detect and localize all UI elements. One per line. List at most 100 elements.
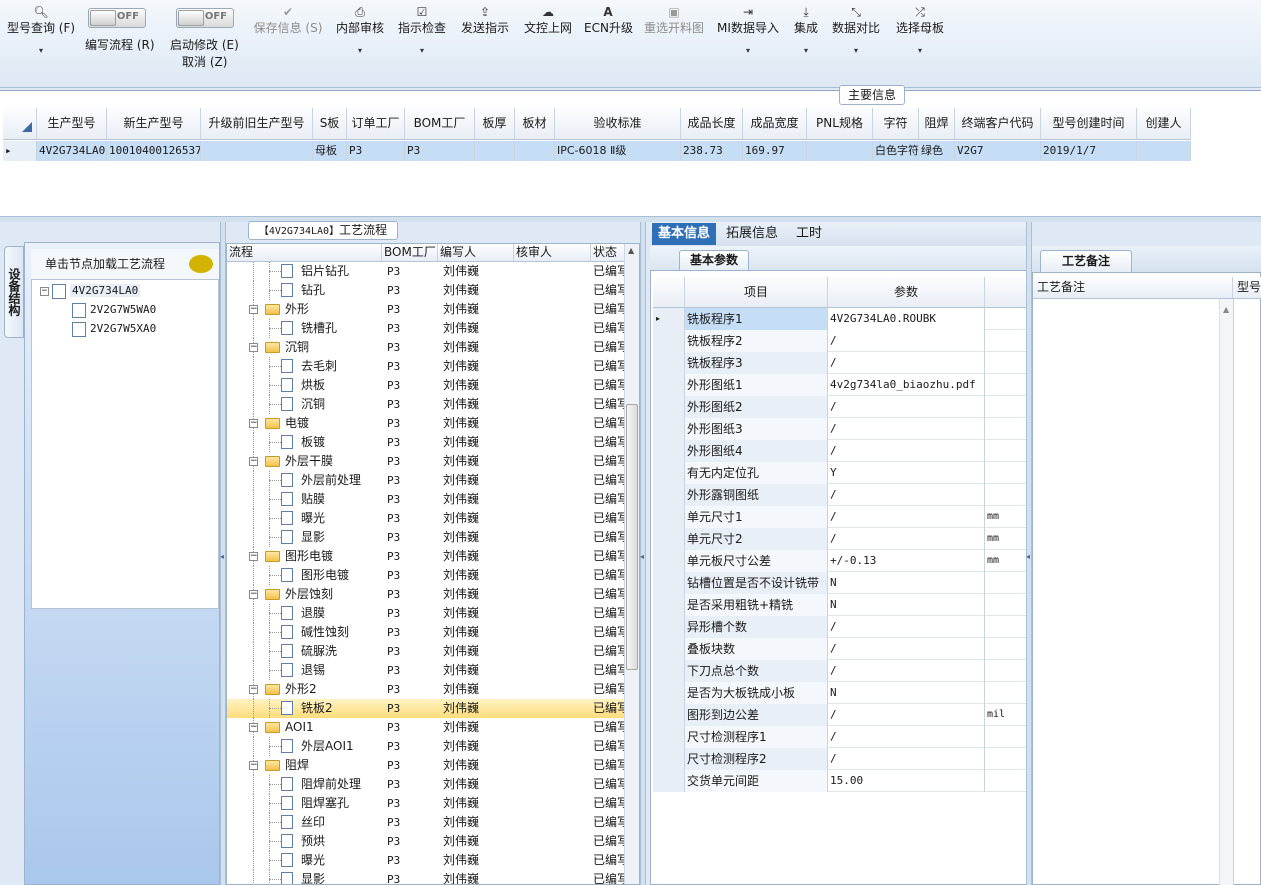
tab-basic-params[interactable]: 基本参数 [679, 250, 749, 270]
process-row[interactable]: −AOI1P3刘伟巍已编写 [227, 718, 625, 737]
reselect-drawing-button[interactable]: ▣ 重选开料图 [642, 4, 706, 74]
process-row[interactable]: 去毛刺P3刘伟巍已编写 [227, 357, 625, 376]
scroll-up-icon[interactable]: ▲ [628, 246, 634, 255]
param-value[interactable]: N [828, 572, 985, 594]
param-row[interactable]: 铣板程序3/ [653, 352, 1027, 374]
param-row[interactable]: 异形槽个数 / [653, 616, 1027, 638]
param-row[interactable]: 外形图纸2/ [653, 396, 1027, 418]
collapse-icon[interactable]: − [249, 457, 258, 466]
grid-cell[interactable] [201, 141, 313, 161]
process-row[interactable]: 钻孔P3刘伟巍已编写 [227, 281, 625, 300]
param-value[interactable]: 15.00 [828, 770, 985, 792]
scroll-up-icon[interactable]: ▲ [1223, 305, 1229, 314]
param-row[interactable]: 图形到边公差 / mil [653, 704, 1027, 726]
column-header[interactable]: 成品长度 [681, 108, 743, 140]
process-row[interactable]: 退膜P3刘伟巍已编写 [227, 604, 625, 623]
process-row[interactable]: −外层干膜P3刘伟巍已编写 [227, 452, 625, 471]
process-row[interactable]: 外层AOI1P3刘伟巍已编写 [227, 737, 625, 756]
process-row[interactable]: −外形P3刘伟巍已编写 [227, 300, 625, 319]
param-row[interactable]: 外形图纸1 4v2g734la0_biaozhu.pdf [653, 374, 1027, 396]
data-compare-button[interactable]: ⤡ 数据对比 ▾ [830, 4, 882, 74]
column-header[interactable]: 新生产型号 [107, 108, 201, 140]
cancel-label[interactable]: 取消 (Z) [182, 53, 227, 70]
param-row[interactable]: 下刀点总个数 / [653, 660, 1027, 682]
param-value[interactable]: / [828, 330, 985, 352]
grid-cell[interactable] [1137, 141, 1191, 161]
column-header[interactable]: 升级前旧生产型号 [201, 108, 313, 140]
grid-cell[interactable]: 10010400126537 [107, 141, 201, 161]
param-value[interactable]: / [828, 748, 985, 770]
tab-process-remarks[interactable]: 工艺备注 [1040, 250, 1132, 272]
process-row[interactable]: −电镀P3刘伟巍已编写 [227, 414, 625, 433]
param-value[interactable]: / [828, 352, 985, 374]
param-row[interactable]: 单元尺寸1/mm [653, 506, 1027, 528]
process-row[interactable]: 硫脲洗P3刘伟巍已编写 [227, 642, 625, 661]
process-row[interactable]: −图形电镀P3刘伟巍已编写 [227, 547, 625, 566]
grid-cell[interactable]: V2G7 [955, 141, 1041, 161]
tab-basic-info[interactable]: 基本信息 [652, 223, 717, 245]
process-row[interactable]: 铣槽孔P3刘伟巍已编写 [227, 319, 625, 338]
param-row[interactable]: 交货单元间距 15.00 [653, 770, 1027, 792]
column-header[interactable]: PNL规格 [807, 108, 873, 140]
process-row[interactable]: 显影P3刘伟巍已编写 [227, 528, 625, 547]
process-row[interactable]: 阻焊塞孔P3刘伟巍已编写 [227, 794, 625, 813]
grid-cell[interactable] [807, 141, 873, 161]
param-value[interactable]: / [828, 396, 985, 418]
grid-cell[interactable] [515, 141, 555, 161]
tab-extended-info[interactable]: 拓展信息 [720, 223, 784, 245]
param-value[interactable]: 4v2g734la0_biaozhu.pdf [828, 374, 985, 396]
vertical-splitter[interactable] [640, 222, 646, 885]
process-row[interactable]: 曝光P3刘伟巍已编写 [227, 851, 625, 870]
grid-cell[interactable]: 4V2G734LA0 [37, 141, 107, 161]
process-row[interactable]: 退锡P3刘伟巍已编写 [227, 661, 625, 680]
tree-child[interactable]: 2V2G7W5WA0 [72, 301, 156, 319]
param-row[interactable]: 有无内定位孔 Y [653, 462, 1027, 484]
param-row[interactable]: 外形图纸3/ [653, 418, 1027, 440]
grid-cell[interactable]: 白色字符 [873, 141, 919, 161]
grid-cell[interactable]: 169.97 [743, 141, 807, 161]
grid-cell[interactable]: IPC-6018 Ⅱ级 [555, 141, 681, 161]
select-master-button[interactable]: ⤮ 选择母板 ▾ [894, 4, 946, 74]
param-row[interactable]: ▸ 铣板程序1 4V2G734LA0.ROUBK [653, 308, 1027, 330]
send-instruction-button[interactable]: ⇪ 发送指示 [459, 4, 511, 74]
process-row[interactable]: 预烘P3刘伟巍已编写 [227, 832, 625, 851]
ecn-upgrade-button[interactable]: A ECN升级 [584, 4, 633, 74]
grid-cell[interactable]: 2019/1/7 [1041, 141, 1137, 161]
column-header[interactable]: 创建人 [1137, 108, 1191, 140]
param-row[interactable]: 尺寸检测程序1/ [653, 726, 1027, 748]
grid-cell[interactable]: P3 [405, 141, 475, 161]
collapse-icon[interactable]: − [249, 761, 258, 770]
remarks-scrollbar[interactable]: ▲ [1219, 299, 1233, 885]
param-row[interactable]: 钻槽位置是否不设计铣带 N [653, 572, 1027, 594]
param-row[interactable]: 单元尺寸2/mm [653, 528, 1027, 550]
save-info-button[interactable]: ✔ 保存信息 (S) [252, 4, 324, 74]
param-value[interactable]: Y [828, 462, 985, 484]
process-flow-tab[interactable]: 【4V2G734LA0】工艺流程 [248, 221, 398, 240]
collapse-icon[interactable]: − [249, 552, 258, 561]
process-row[interactable]: −沉铜P3刘伟巍已编写 [227, 338, 625, 357]
column-header[interactable]: 型号创建时间 [1041, 108, 1137, 140]
param-row[interactable]: 外形露铜图纸 / [653, 484, 1027, 506]
param-row[interactable]: 单元板尺寸公差 +/-0.13 mm [653, 550, 1027, 572]
param-value[interactable]: / [828, 638, 985, 660]
column-header[interactable]: 成品宽度 [743, 108, 807, 140]
process-row[interactable]: −阻焊P3刘伟巍已编写 [227, 756, 625, 775]
process-row[interactable]: 沉铜P3刘伟巍已编写 [227, 395, 625, 414]
collapse-icon[interactable]: − [40, 286, 49, 296]
process-row[interactable]: 碱性蚀刻P3刘伟巍已编写 [227, 623, 625, 642]
param-row[interactable]: 是否采用粗铣+精铣 N [653, 594, 1027, 616]
tree-child[interactable]: 2V2G7W5XA0 [72, 320, 156, 338]
param-value[interactable]: N [828, 594, 985, 616]
column-header[interactable]: 验收标准 [555, 108, 681, 140]
grid-cell[interactable]: 绿色 [919, 141, 955, 161]
chat-bubble-icon[interactable] [189, 255, 213, 273]
collapse-icon[interactable]: − [249, 723, 258, 732]
param-value[interactable]: / [828, 506, 985, 528]
param-value[interactable]: / [828, 616, 985, 638]
model-query-button[interactable]: 🔍︎ 型号查询 (F) ▾ [6, 4, 76, 74]
process-row[interactable]: 显影P3刘伟巍已编写 [227, 870, 625, 884]
grid-cell[interactable]: 238.73 [681, 141, 743, 161]
main-info-row[interactable]: ▸ 4V2G734LA0 10010400126537 母板 P3 P3 IPC-6018 … [3, 141, 1191, 161]
process-row[interactable]: −外形2P3刘伟巍已编写 [227, 680, 625, 699]
column-header[interactable]: 阻焊 [919, 108, 955, 140]
